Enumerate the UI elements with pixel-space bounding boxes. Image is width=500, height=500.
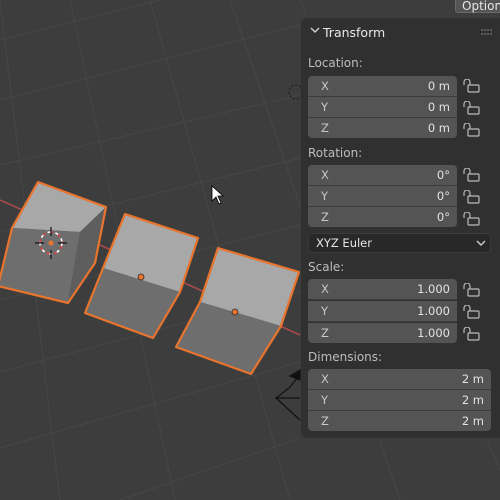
- scale-x-field[interactable]: X 1.000: [308, 279, 457, 299]
- axis-label: Y: [321, 100, 329, 114]
- unlocked-padlock-icon[interactable]: [463, 327, 481, 341]
- field-value: 1.000: [417, 304, 450, 318]
- camera-icon: [275, 368, 301, 421]
- field-value: 0 m: [427, 100, 450, 114]
- location-x-field[interactable]: X 0 m: [308, 76, 457, 96]
- rotation-mode-value: XYZ Euler: [316, 236, 372, 250]
- field-value: 0 m: [427, 79, 450, 93]
- mouse-pointer-icon: [211, 185, 225, 205]
- rotation-z-field[interactable]: Z 0°: [308, 207, 457, 227]
- scale-y-field[interactable]: Y 1.000: [308, 301, 457, 321]
- location-label: Location:: [308, 56, 363, 70]
- chevron-down-icon[interactable]: [309, 24, 321, 36]
- options-tab[interactable]: Option: [455, 0, 500, 13]
- field-value: 0 m: [427, 121, 450, 135]
- drag-handle-icon[interactable]: [480, 28, 494, 36]
- location-y-field[interactable]: Y 0 m: [308, 97, 457, 117]
- axis-label: X: [321, 282, 329, 296]
- axis-label: Y: [321, 304, 329, 318]
- dimensions-label: Dimensions:: [308, 350, 383, 364]
- origin-point: [231, 308, 239, 316]
- unlocked-padlock-icon[interactable]: [463, 79, 481, 93]
- axis-label: Y: [321, 393, 329, 407]
- cube-object-3[interactable]: [174, 246, 301, 376]
- rotation-x-field[interactable]: X 0°: [308, 165, 457, 185]
- axis-label: Y: [321, 189, 329, 203]
- field-value: 0°: [436, 168, 450, 182]
- scale-label: Scale:: [308, 260, 345, 274]
- axis-label: X: [321, 168, 329, 182]
- origin-point: [137, 273, 145, 281]
- unlocked-padlock-icon[interactable]: [463, 101, 481, 115]
- axis-label: Z: [321, 326, 329, 340]
- unlocked-padlock-icon[interactable]: [463, 123, 481, 137]
- field-value: 2 m: [461, 393, 484, 407]
- field-divider: [308, 321, 457, 322]
- field-value: 2 m: [461, 414, 484, 428]
- unlocked-padlock-icon[interactable]: [463, 190, 481, 204]
- panel-title: Transform: [323, 25, 386, 40]
- field-value: 1.000: [417, 282, 450, 296]
- rotation-mode-dropdown[interactable]: XYZ Euler: [308, 233, 491, 253]
- field-value: 0°: [436, 189, 450, 203]
- options-tab-label: Option: [462, 0, 500, 13]
- axis-label: X: [321, 79, 329, 93]
- location-z-field[interactable]: Z 0 m: [308, 118, 457, 138]
- field-value: 2 m: [461, 372, 484, 386]
- panel-header[interactable]: Transform: [301, 18, 500, 46]
- dimensions-y-field[interactable]: Y 2 m: [308, 390, 491, 410]
- field-value: 1.000: [417, 326, 450, 340]
- dimensions-z-field[interactable]: Z 2 m: [308, 411, 491, 431]
- axis-label: Z: [321, 414, 329, 428]
- rotation-y-field[interactable]: Y 0°: [308, 186, 457, 206]
- axis-label: Z: [321, 210, 329, 224]
- dimensions-x-field[interactable]: X 2 m: [308, 369, 491, 389]
- axis-label: Z: [321, 121, 329, 135]
- unlocked-padlock-icon[interactable]: [463, 283, 481, 297]
- unlocked-padlock-icon[interactable]: [463, 305, 481, 319]
- scale-z-field[interactable]: Z 1.000: [308, 323, 457, 343]
- unlocked-padlock-icon[interactable]: [463, 168, 481, 182]
- transform-panel: Transform Location: X 0 m Y 0 m Z 0 m Ro…: [301, 18, 500, 438]
- field-divider: [308, 299, 457, 300]
- field-value: 0°: [436, 210, 450, 224]
- axis-label: X: [321, 372, 329, 386]
- unlocked-padlock-icon[interactable]: [463, 212, 481, 226]
- rotation-label: Rotation:: [308, 146, 363, 160]
- chevron-down-icon: [476, 240, 486, 246]
